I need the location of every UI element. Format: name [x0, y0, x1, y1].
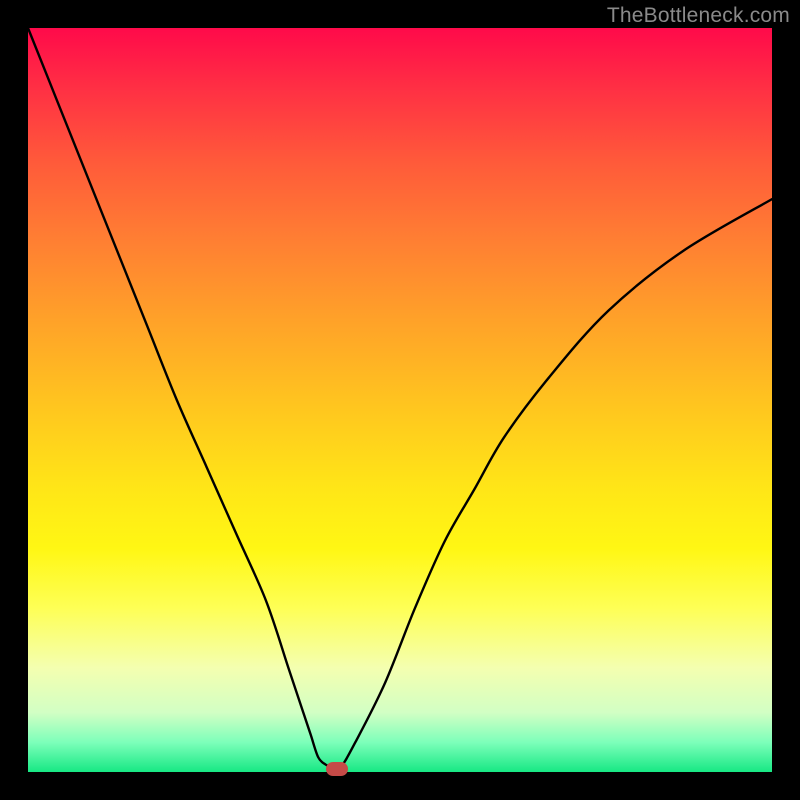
optimal-marker: [326, 762, 348, 776]
chart-frame: TheBottleneck.com: [0, 0, 800, 800]
plot-area: [28, 28, 772, 772]
watermark-text: TheBottleneck.com: [607, 4, 790, 28]
curve-path: [28, 28, 772, 770]
bottleneck-curve: [28, 28, 772, 772]
